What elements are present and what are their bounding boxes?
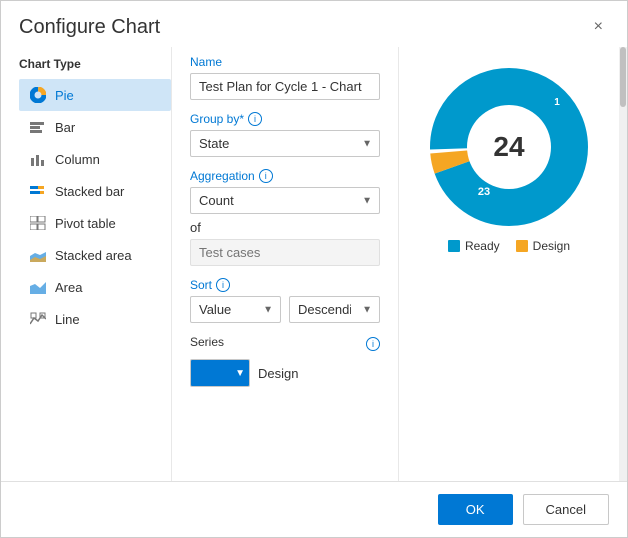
- group-by-select-wrapper: State ▼: [190, 130, 380, 157]
- legend-ready-swatch: [448, 240, 460, 252]
- stacked-area-label: Stacked area: [55, 248, 132, 263]
- name-group: Name: [190, 55, 380, 100]
- chart-type-pie[interactable]: Pie: [19, 79, 171, 111]
- sort-direction-select[interactable]: Descending: [289, 296, 380, 323]
- scrollbar-thumb[interactable]: [620, 47, 626, 107]
- group-by-label: Group by* i: [190, 112, 380, 126]
- pivot-table-icon: [29, 214, 47, 232]
- name-input[interactable]: [190, 73, 380, 100]
- series-name: Design: [258, 366, 298, 381]
- legend-design-swatch: [516, 240, 528, 252]
- series-label: Series: [190, 335, 224, 349]
- chart-type-pivot-table[interactable]: Pivot table: [19, 207, 171, 239]
- line-icon: [29, 310, 47, 328]
- chart-type-bar[interactable]: Bar: [19, 111, 171, 143]
- aggregation-group: Aggregation i Count ▼: [190, 169, 380, 214]
- sort-value-wrapper: Value ▼: [190, 296, 281, 323]
- chart-type-stacked-bar[interactable]: Stacked bar: [19, 175, 171, 207]
- sort-group: Sort i Value ▼ Descending ▼: [190, 278, 380, 323]
- group-by-info-icon[interactable]: i: [248, 112, 262, 126]
- aggregation-info-icon[interactable]: i: [259, 169, 273, 183]
- legend-ready: Ready: [448, 239, 500, 253]
- series-row: ▼ Design: [190, 359, 380, 387]
- chart-type-list: Pie Bar: [19, 79, 171, 335]
- cancel-button[interactable]: Cancel: [523, 494, 609, 525]
- series-info-icon[interactable]: i: [366, 337, 380, 351]
- stacked-bar-label: Stacked bar: [55, 184, 124, 199]
- dialog-footer: OK Cancel: [1, 481, 627, 537]
- chart-label-1: 1: [554, 97, 560, 108]
- dialog-header: Configure Chart ×: [1, 1, 627, 47]
- aggregation-select-wrapper: Count ▼: [190, 187, 380, 214]
- chart-type-line[interactable]: Line: [19, 303, 171, 335]
- legend-design: Design: [516, 239, 570, 253]
- of-label: of: [190, 220, 380, 235]
- bar-label: Bar: [55, 120, 75, 135]
- of-group: of: [190, 220, 380, 266]
- chart-type-stacked-area[interactable]: Stacked area: [19, 239, 171, 271]
- stacked-area-icon: [29, 246, 47, 264]
- series-color-arrow-icon: ▼: [235, 368, 245, 379]
- bar-icon: [29, 118, 47, 136]
- chart-type-area[interactable]: Area: [19, 271, 171, 303]
- sort-label: Sort i: [190, 278, 380, 292]
- sort-info-icon[interactable]: i: [216, 278, 230, 292]
- pie-label: Pie: [55, 88, 74, 103]
- name-label: Name: [190, 55, 380, 69]
- chart-preview: 1 23 24 Ready Design: [399, 47, 619, 481]
- area-label: Area: [55, 280, 82, 295]
- ok-button[interactable]: OK: [438, 494, 513, 525]
- column-icon: [29, 150, 47, 168]
- sort-direction-wrapper: Descending ▼: [289, 296, 380, 323]
- chart-label-23: 23: [478, 186, 490, 198]
- configure-chart-dialog: Configure Chart × Chart Type Pie: [0, 0, 628, 538]
- legend-design-label: Design: [533, 239, 570, 253]
- group-by-group: Group by* i State ▼: [190, 112, 380, 157]
- scrollbar[interactable]: [619, 47, 627, 481]
- series-color-button[interactable]: ▼: [190, 359, 250, 387]
- chart-type-panel: Chart Type Pie: [1, 47, 171, 481]
- pivot-table-label: Pivot table: [55, 216, 116, 231]
- legend-ready-label: Ready: [465, 239, 500, 253]
- sort-value-select[interactable]: Value: [190, 296, 281, 323]
- aggregation-label: Aggregation i: [190, 169, 380, 183]
- pie-icon: [29, 86, 47, 104]
- stacked-bar-icon: [29, 182, 47, 200]
- chart-type-heading: Chart Type: [19, 57, 171, 71]
- dialog-title: Configure Chart: [19, 16, 160, 39]
- aggregation-select[interactable]: Count: [190, 187, 380, 214]
- group-by-select[interactable]: State: [190, 130, 380, 157]
- donut-chart: 1 23 24: [429, 67, 589, 227]
- close-button[interactable]: ×: [588, 15, 609, 39]
- series-label-row: Series i: [190, 335, 380, 353]
- chart-legend: Ready Design: [448, 239, 570, 253]
- series-group: Series i ▼ Design: [190, 335, 380, 387]
- of-input: [190, 239, 380, 266]
- area-icon: [29, 278, 47, 296]
- sort-row: Value ▼ Descending ▼: [190, 296, 380, 323]
- line-label: Line: [55, 312, 80, 327]
- chart-type-column[interactable]: Column: [19, 143, 171, 175]
- form-panel: Name Group by* i State ▼ Agg: [171, 47, 399, 481]
- column-label: Column: [55, 152, 100, 167]
- chart-total: 24: [493, 131, 524, 163]
- dialog-body: Chart Type Pie: [1, 47, 627, 481]
